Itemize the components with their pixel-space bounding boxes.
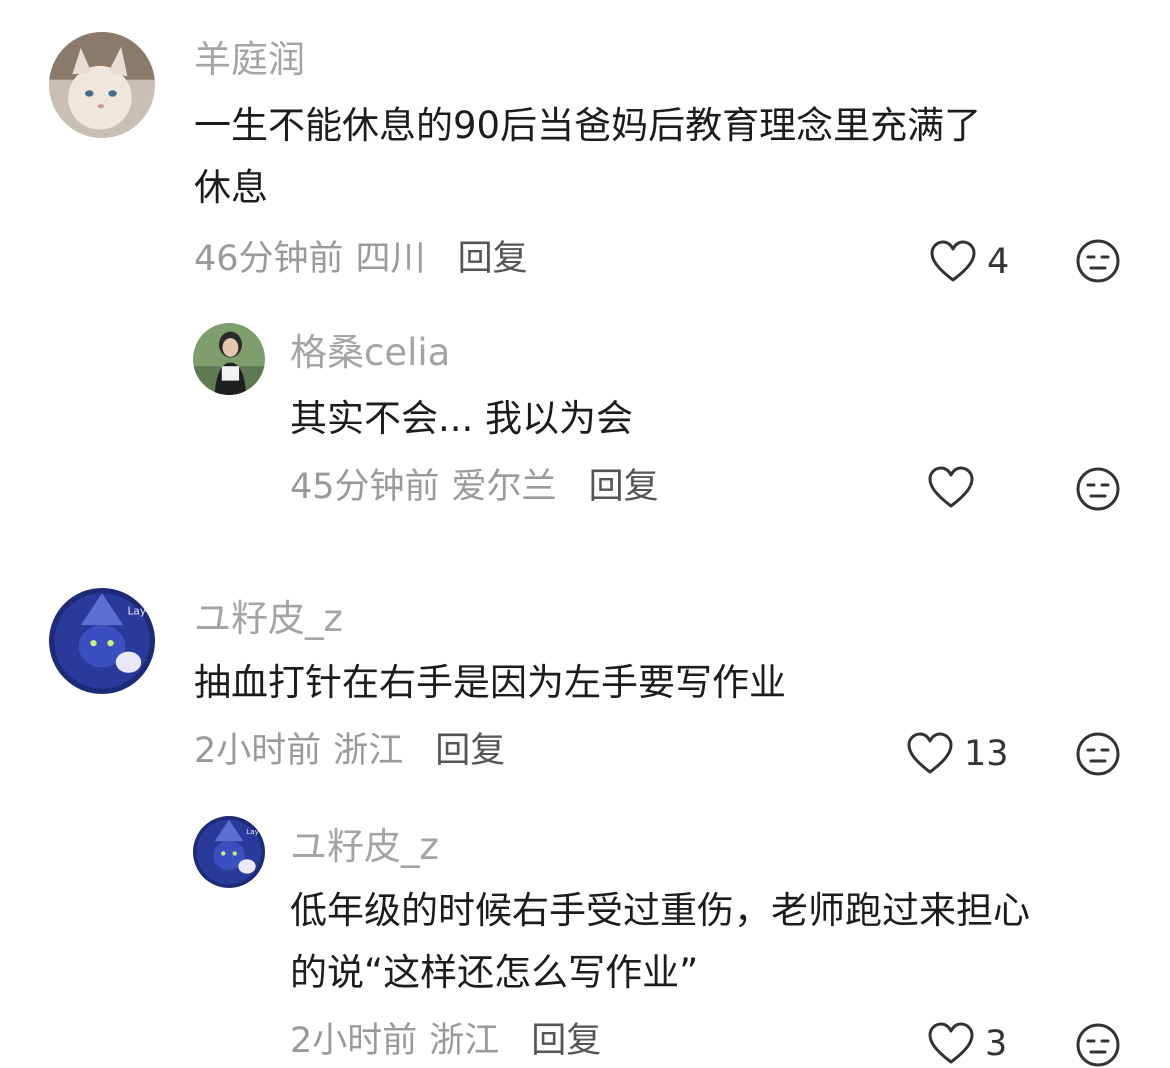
timestamp: 2小时前 [194, 731, 322, 771]
emoji-react-button[interactable] [1075, 731, 1121, 777]
svg-text:Lay: Lay [246, 827, 259, 836]
reply-meta: 2小时前 浙江 回复 [290, 1024, 601, 1059]
comment-text: 一生不能休息的90后当爸妈后教育理念里充满了 休息 [194, 104, 982, 209]
reply-meta: 45分钟前 爱尔兰 回复 [290, 470, 659, 505]
heart-outline-icon [907, 732, 953, 774]
heart-outline-icon [928, 1022, 974, 1064]
svg-text:Lay: Lay [127, 606, 146, 618]
blue-cartoon-avatar-icon: Lay [193, 816, 265, 888]
like-count: 13 [964, 733, 1009, 774]
emoji-react-button[interactable] [1075, 1022, 1121, 1068]
heart-outline-icon [930, 240, 976, 282]
woman-photo-avatar-icon [193, 323, 265, 395]
heart-outline-icon [928, 466, 974, 508]
comment-meta: 46分钟前 四川 回复 [194, 242, 528, 277]
blue-cartoon-avatar-icon: Lay [49, 588, 155, 694]
like-button[interactable]: 3 [927, 1022, 1007, 1066]
reply-text: 其实不会... 我以为会 [290, 397, 634, 440]
like-count: 4 [987, 241, 1010, 282]
username[interactable]: ユ籽皮_z [290, 828, 439, 865]
like-button[interactable]: 13 [906, 732, 1009, 776]
avatar[interactable]: Lay [193, 816, 265, 888]
location: 四川 [355, 239, 426, 279]
username[interactable]: 羊庭润 [194, 41, 305, 78]
neutral-face-icon [1076, 1023, 1120, 1067]
timestamp: 2小时前 [290, 1021, 418, 1061]
reply-button[interactable]: 回复 [531, 1024, 601, 1059]
avatar[interactable]: Lay [49, 588, 155, 694]
like-count: 3 [985, 1023, 1008, 1064]
comment-text: 抽血打针在右手是因为左手要写作业 [194, 661, 786, 704]
like-button[interactable] [927, 466, 975, 510]
avatar[interactable] [49, 32, 155, 138]
emoji-react-button[interactable] [1075, 466, 1121, 512]
reply-text: 低年级的时候右手受过重伤，老师跑过来担心 的说“这样还怎么写作业” [290, 889, 1030, 994]
cat-avatar-icon [49, 32, 155, 138]
timestamp: 46分钟前 [194, 239, 344, 279]
username[interactable]: 格桑celia [290, 334, 450, 371]
reply-button[interactable]: 回复 [458, 242, 528, 277]
reply-button[interactable]: 回复 [435, 734, 505, 769]
timestamp: 45分钟前 [290, 467, 440, 507]
reply-button[interactable]: 回复 [589, 470, 659, 505]
emoji-react-button[interactable] [1075, 238, 1121, 284]
avatar[interactable] [193, 323, 265, 395]
username[interactable]: ユ籽皮_z [194, 600, 343, 637]
neutral-face-icon [1076, 467, 1120, 511]
neutral-face-icon [1076, 732, 1120, 776]
comment-meta: 2小时前 浙江 回复 [194, 734, 505, 769]
location: 浙江 [429, 1021, 500, 1061]
location: 爱尔兰 [451, 467, 557, 507]
neutral-face-icon [1076, 239, 1120, 283]
location: 浙江 [333, 731, 404, 771]
like-button[interactable]: 4 [929, 240, 1009, 284]
